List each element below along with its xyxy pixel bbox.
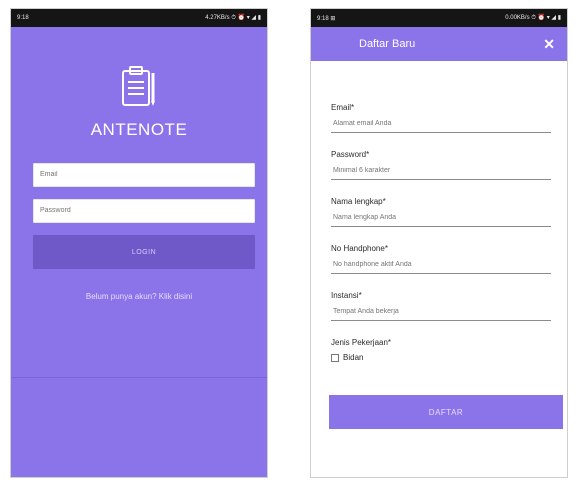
email-field[interactable] <box>331 115 551 133</box>
notepad-icon <box>120 65 158 109</box>
password-field[interactable] <box>331 162 551 180</box>
bidan-label: Bidan <box>343 353 364 362</box>
phone-field-group: No Handphone* <box>331 244 551 274</box>
fullname-field[interactable] <box>331 209 551 227</box>
password-field-group: Password* <box>331 150 551 180</box>
password-label: Password* <box>331 150 370 159</box>
register-header: Daftar Baru ✕ <box>311 27 567 61</box>
bidan-checkbox-row[interactable]: Bidan <box>331 353 363 362</box>
fullname-label: Nama lengkap* <box>331 197 386 206</box>
instansi-field-group: Instansi* <box>331 291 551 321</box>
email-label: Email* <box>331 103 355 112</box>
password-input[interactable] <box>33 199 255 223</box>
close-icon[interactable]: ✕ <box>543 27 555 61</box>
bidan-checkbox[interactable] <box>331 353 339 362</box>
phone-field[interactable] <box>331 256 551 274</box>
register-form: Email* Password* Nama lengkap* No Handph… <box>311 61 567 477</box>
instansi-label: Instansi* <box>331 291 362 300</box>
jenis-pekerjaan-group: Jenis Pekerjaan* <box>331 338 551 350</box>
email-input[interactable] <box>33 163 255 187</box>
email-field-group: Email* <box>331 103 551 133</box>
app-title: ANTENOTE <box>90 120 188 139</box>
jenis-pekerjaan-label: Jenis Pekerjaan* <box>331 338 392 347</box>
register-screen: 9:18 ⊞ 0.00KB/s ⏱ ⏰ ▾ ◢ ▮ Daftar Baru ✕ … <box>310 8 568 478</box>
login-button[interactable]: LOGIN <box>33 235 255 269</box>
status-bar: 9:18 4.27KB/s ⏱ ⏰ ▾ ◢ ▮ <box>11 9 267 27</box>
status-time: 9:18 <box>17 15 29 21</box>
login-body: ANTENOTE LOGIN Belum punya akun? Klik di… <box>11 27 267 477</box>
instansi-field[interactable] <box>331 303 551 321</box>
register-link[interactable]: Belum punya akun? Klik disini <box>11 292 267 301</box>
status-time: 9:18 ⊞ <box>317 15 336 22</box>
divider <box>11 377 267 378</box>
daftar-button[interactable]: DAFTAR <box>329 395 563 429</box>
page-title: Daftar Baru <box>359 38 416 50</box>
status-bar: 9:18 ⊞ 0.00KB/s ⏱ ⏰ ▾ ◢ ▮ <box>311 9 567 27</box>
fullname-field-group: Nama lengkap* <box>331 197 551 227</box>
status-info: 0.00KB/s ⏱ ⏰ ▾ ◢ ▮ <box>505 15 561 21</box>
phone-label: No Handphone* <box>331 244 388 253</box>
login-screen: 9:18 4.27KB/s ⏱ ⏰ ▾ ◢ ▮ ANTENOTE LOGIN B… <box>10 8 268 478</box>
status-info: 4.27KB/s ⏱ ⏰ ▾ ◢ ▮ <box>205 15 261 21</box>
